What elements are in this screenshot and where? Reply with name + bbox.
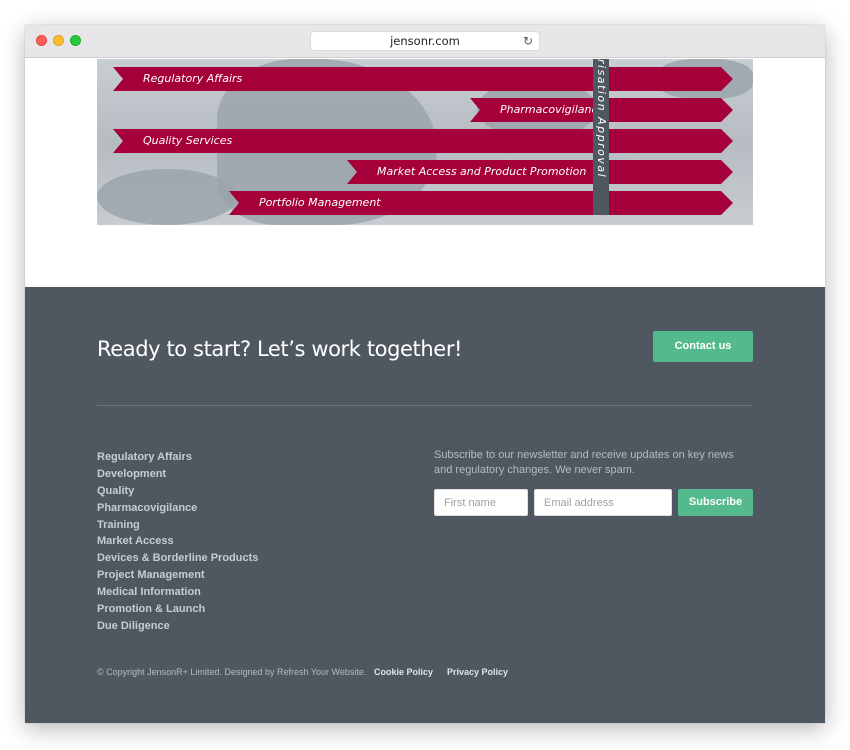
- ribbon-market-access: Market Access and Product Promotion: [347, 160, 733, 184]
- footer-link-training[interactable]: Training: [97, 517, 258, 534]
- address-bar[interactable]: jensonr.com ↻: [310, 31, 540, 51]
- email-field[interactable]: [534, 489, 672, 516]
- footer-link-due-diligence[interactable]: Due Diligence: [97, 618, 258, 635]
- ribbon-portfolio-management: Portfolio Management: [229, 191, 733, 215]
- footer-link-project-management[interactable]: Project Management: [97, 567, 258, 584]
- footer-link-medical-information[interactable]: Medical Information: [97, 584, 258, 601]
- footer-links: Regulatory Affairs Development Quality P…: [97, 449, 258, 635]
- cta-title: Ready to start? Let’s work together!: [97, 337, 463, 361]
- reload-icon[interactable]: ↻: [523, 33, 533, 49]
- footer-link-devices-borderline[interactable]: Devices & Borderline Products: [97, 550, 258, 567]
- privacy-policy-link[interactable]: Privacy Policy: [447, 667, 508, 677]
- zoom-window-button[interactable]: [70, 35, 81, 46]
- approval-vertical-label: risation Approval: [595, 59, 608, 179]
- footer-link-market-access[interactable]: Market Access: [97, 533, 258, 550]
- footer-link-promotion-launch[interactable]: Promotion & Launch: [97, 601, 258, 618]
- footer-link-pharmacovigilance[interactable]: Pharmacovigilance: [97, 500, 258, 517]
- footer-divider: [97, 405, 753, 406]
- url-text: jensonr.com: [390, 34, 460, 48]
- footer-link-development[interactable]: Development: [97, 466, 258, 483]
- ribbon-quality-services: Quality Services: [113, 129, 733, 153]
- newsletter-description: Subscribe to our newsletter and receive …: [434, 449, 734, 476]
- map-landmass: [97, 169, 237, 225]
- footer-link-quality[interactable]: Quality: [97, 483, 258, 500]
- footer-link-regulatory-affairs[interactable]: Regulatory Affairs: [97, 449, 258, 466]
- services-banner-image: Regulatory Affairs Pharmacovigilance Qua…: [97, 59, 753, 225]
- page-content: Regulatory Affairs Pharmacovigilance Qua…: [25, 59, 825, 723]
- ribbon-regulatory-affairs: Regulatory Affairs: [113, 67, 733, 91]
- subscribe-button[interactable]: Subscribe: [678, 489, 753, 516]
- minimize-window-button[interactable]: [53, 35, 64, 46]
- browser-window: jensonr.com ↻ Regulatory Affairs Pharmac…: [25, 25, 825, 723]
- site-footer: Ready to start? Let’s work together! Con…: [25, 287, 825, 723]
- first-name-field[interactable]: [434, 489, 528, 516]
- contact-us-button[interactable]: Contact us: [653, 331, 753, 362]
- close-window-button[interactable]: [36, 35, 47, 46]
- cookie-policy-link[interactable]: Cookie Policy: [374, 667, 433, 677]
- copyright-text: © Copyright JensonR+ Limited. Designed b…: [97, 667, 367, 677]
- browser-titlebar: jensonr.com ↻: [25, 25, 825, 58]
